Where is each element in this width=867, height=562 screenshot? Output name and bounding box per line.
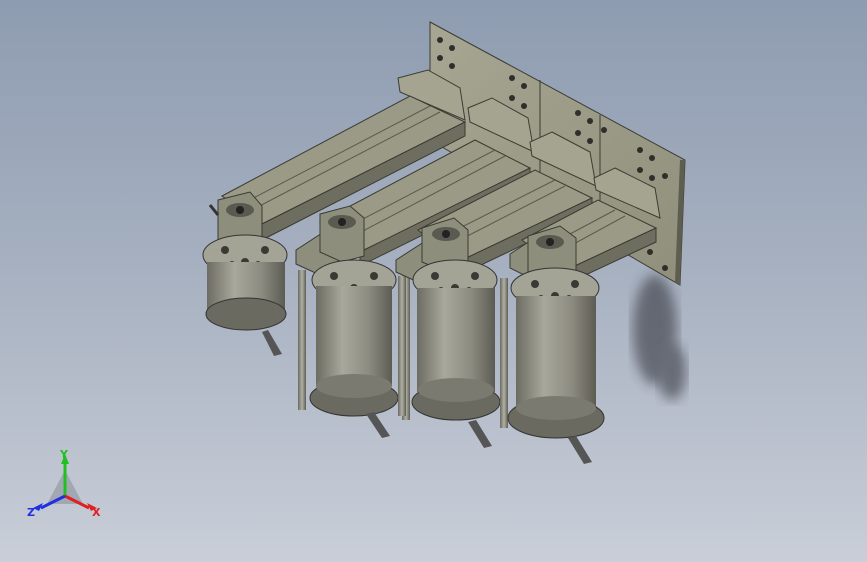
- model-shadows: [633, 275, 686, 400]
- cad-viewport[interactable]: Y X Z: [0, 0, 867, 562]
- z-axis-label: Z: [27, 506, 35, 519]
- axis-triad: Y X Z: [27, 448, 101, 519]
- x-axis-label: X: [92, 506, 101, 519]
- assembly-model[interactable]: [0, 0, 867, 562]
- y-axis-label: Y: [59, 448, 69, 461]
